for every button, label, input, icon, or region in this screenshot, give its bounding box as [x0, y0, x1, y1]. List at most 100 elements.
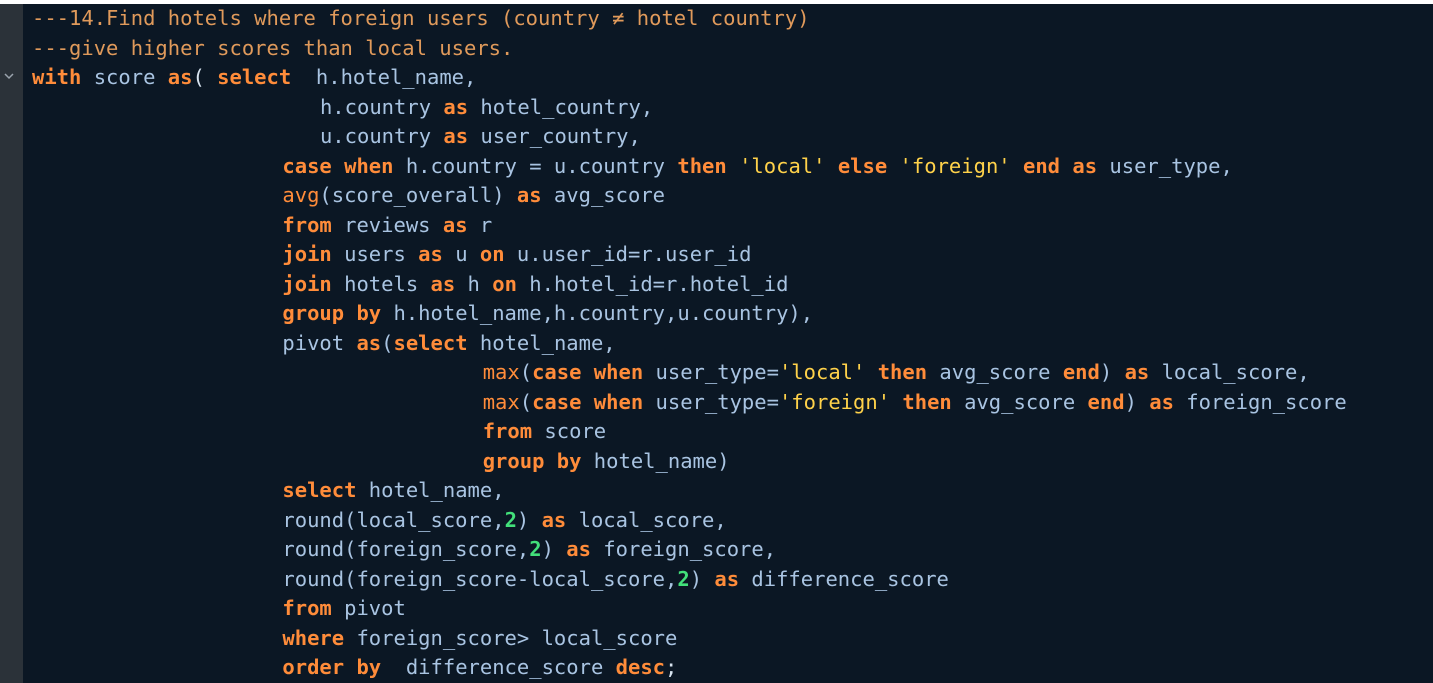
code-token: max	[482, 389, 520, 414]
code-token: on	[479, 242, 505, 266]
code-token: else	[837, 153, 888, 178]
code-token: user_type=	[643, 360, 779, 384]
code-token: reviews	[331, 212, 443, 237]
code-token: u	[442, 242, 480, 266]
code-token: case when	[532, 360, 644, 384]
code-token: avg_score	[951, 389, 1088, 414]
code-token: h.country = u.country	[393, 153, 678, 178]
code-line: h.country as hotel_country,	[320, 93, 653, 123]
code-token: round(foreign_score-local_score,	[282, 566, 678, 591]
code-token: join	[282, 242, 332, 266]
code-line: round(foreign_score,2) as foreign_score,	[282, 535, 776, 565]
code-token: )	[541, 537, 567, 561]
code-token: as	[516, 183, 542, 207]
code-token: as	[442, 212, 468, 237]
code-token: case when	[532, 389, 644, 414]
code-token: join	[282, 271, 332, 296]
code-token: as	[714, 566, 740, 591]
code-token: as	[566, 537, 591, 561]
code-token: 2	[529, 537, 542, 561]
code-token: h.hotel_id=r.hotel_id	[516, 271, 789, 296]
code-line: pivot as(select hotel_name,	[282, 329, 615, 359]
code-token: pivot	[331, 596, 406, 620]
code-token: as	[1149, 389, 1174, 414]
code-token: h.country	[319, 94, 444, 119]
code-token: case when	[282, 153, 394, 178]
code-token: 2	[504, 507, 517, 532]
code-token: then	[902, 389, 952, 414]
code-line: from pivot	[282, 594, 405, 624]
code-line: group by hotel_name)	[483, 447, 730, 477]
code-token: end	[1062, 360, 1100, 384]
code-token: )	[689, 566, 715, 591]
code-token: 'local'	[739, 153, 826, 178]
code-token: order by	[282, 655, 382, 679]
code-editor[interactable]: ---14.Find hotels where foreign users (c…	[32, 4, 1433, 683]
code-token: local_score,	[566, 507, 727, 532]
code-line: u.country as user_country,	[320, 122, 641, 152]
code-token: as	[1124, 360, 1150, 384]
editor-gutter	[0, 4, 23, 683]
code-line: select hotel_name,	[282, 476, 504, 506]
code-token: max	[482, 360, 520, 384]
code-token: score	[81, 65, 168, 89]
code-token: (score_overall)	[319, 183, 517, 207]
code-token: select	[217, 65, 292, 89]
code-token: end	[1022, 153, 1061, 178]
code-token: from	[282, 596, 332, 620]
code-token: as	[541, 507, 567, 532]
code-line: case when h.country = u.country then 'lo…	[282, 152, 1232, 182]
code-token: as	[356, 330, 382, 355]
code-token: as	[418, 242, 443, 266]
code-token: foreign_score> local_score	[344, 625, 678, 650]
code-token: )	[1099, 360, 1125, 384]
code-token: difference_score	[381, 655, 616, 679]
code-line: with score as( select h.hotel_name,	[32, 63, 476, 93]
code-line: where foreign_score> local_score	[282, 624, 677, 654]
code-token: h.hotel_name,	[291, 65, 477, 89]
code-token: as	[443, 124, 469, 148]
code-token: user_type,	[1097, 153, 1233, 178]
code-token: (	[519, 360, 533, 384]
code-line: join hotels as h on h.hotel_id=r.hotel_i…	[282, 270, 788, 300]
chevron-down-icon[interactable]	[3, 70, 15, 82]
code-token: 'local'	[778, 360, 866, 384]
code-token: then	[877, 360, 928, 384]
code-token: from	[482, 419, 533, 443]
code-token: 2	[677, 566, 690, 591]
code-token: as	[167, 65, 193, 89]
code-token: round(foreign_score,	[282, 537, 530, 561]
code-token: avg_score	[541, 183, 666, 207]
code-token: ---give higher scores than local users.	[32, 35, 514, 60]
code-token: foreign_score	[1173, 389, 1347, 414]
code-token: hotel_country,	[468, 94, 654, 119]
code-token: foreign_score,	[590, 537, 777, 561]
code-token: user_country,	[468, 124, 641, 148]
code-token: group by	[282, 301, 382, 325]
code-token: end	[1087, 389, 1125, 414]
code-token: ---14.Find hotels where foreign users (c…	[32, 6, 810, 30]
code-token: score	[532, 419, 607, 443]
code-token: on	[492, 271, 517, 296]
code-token: (	[192, 65, 218, 89]
code-line: from score	[483, 417, 606, 447]
code-token: with	[32, 65, 82, 89]
code-token: then	[677, 153, 727, 178]
code-token: (	[381, 330, 394, 355]
code-token: h	[455, 271, 493, 296]
code-token: hotel_name,	[467, 330, 616, 355]
code-line: ---14.Find hotels where foreign users (c…	[32, 4, 810, 34]
code-token: r	[467, 212, 493, 237]
code-line: max(case when user_type='foreign' then a…	[483, 388, 1347, 418]
code-token: (	[519, 389, 533, 414]
code-token: as	[443, 94, 469, 119]
code-token: avg	[282, 183, 320, 207]
code-token: ;	[665, 655, 678, 679]
code-token: )	[1124, 389, 1150, 414]
code-token: 'foreign'	[778, 389, 891, 414]
